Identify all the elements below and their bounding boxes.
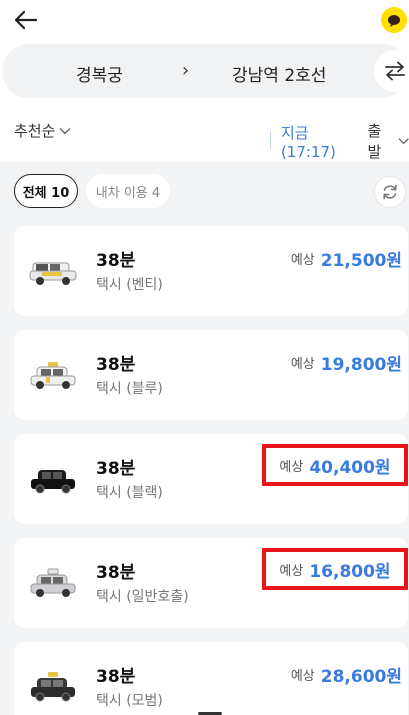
fare-prefix: 예상 [279, 563, 304, 579]
fare-value: 21,500원 [320, 250, 402, 271]
sort-label: 추천순 [14, 122, 56, 140]
tab-my-usage[interactable]: 내차 이용 4 [86, 174, 170, 208]
route-bar[interactable]: 경복궁 › 강남역 2호선 [2, 44, 409, 98]
swap-route-button[interactable] [374, 50, 409, 92]
arrow-left-icon [14, 10, 38, 30]
taxi-type-text: 택시 (블랙) [96, 485, 163, 501]
taxi-type-text: 택시 (모범) [96, 693, 163, 709]
chat-button[interactable] [381, 7, 407, 33]
eta-text: 38분 [96, 251, 136, 271]
chat-bubble-icon [388, 14, 400, 27]
fare-estimate-highlight: 예상 16,800원 [262, 548, 408, 590]
fare-value: 28,600원 [320, 666, 402, 687]
route-chevron-icon: › [182, 60, 190, 81]
eta-text: 38분 [96, 355, 136, 375]
taxi-general-icon [30, 568, 76, 597]
taxi-option-card[interactable]: 38분 택시 (모범) 예상 28,600원 [14, 642, 408, 715]
origin-text[interactable]: 경복궁 [76, 61, 123, 86]
fare-estimate-highlight: 예상 40,400원 [262, 444, 408, 486]
tab-all[interactable]: 전체 10 [14, 174, 78, 208]
taxi-option-card[interactable]: 38분 택시 (블랙) 예상 40,400원 [14, 434, 408, 524]
sort-dropdown[interactable]: 추천순 [14, 120, 71, 141]
taxi-option-card[interactable]: 38분 택시 (블루) 예상 19,800원 [14, 330, 408, 420]
fare-prefix: 예상 [290, 668, 315, 684]
refresh-icon [383, 184, 397, 200]
taxi-blue-icon [30, 362, 76, 389]
eta-text: 38분 [96, 459, 136, 479]
chevron-down-icon [59, 127, 71, 134]
fare-value: 19,800원 [320, 354, 402, 375]
taxi-deluxe-icon [31, 672, 75, 702]
eta-text: 38분 [96, 667, 136, 687]
taxi-option-card[interactable]: 38분 택시 (벤티) 예상 21,500원 [14, 226, 408, 316]
swap-arrows-icon [385, 61, 405, 81]
chevron-down-icon [398, 138, 409, 145]
taxi-type-text: 택시 (블루) [96, 381, 163, 397]
fare-prefix: 예상 [279, 459, 304, 475]
eta-text: 38분 [96, 563, 136, 583]
fare-estimate: 예상 21,500원 [258, 240, 402, 276]
departure-time: 지금 (17:17) [280, 123, 336, 161]
taxi-black-icon [31, 470, 75, 494]
refresh-button[interactable] [374, 176, 406, 208]
taxi-venti-icon [29, 262, 77, 285]
header-area: 경복궁 › 강남역 2호선 추천순 지금 (17:17) 출발 [0, 0, 409, 162]
fare-prefix: 예상 [290, 356, 315, 372]
departure-time-dropdown[interactable]: 지금 (17:17) 출발 [270, 120, 409, 162]
fare-estimate: 예상 28,600원 [258, 656, 402, 692]
fare-estimate: 예상 19,800원 [258, 344, 402, 380]
taxi-type-text: 택시 (일반호출) [96, 589, 189, 605]
departure-label: 출발 [367, 122, 382, 161]
fare-value: 40,400원 [309, 457, 391, 478]
divider [270, 132, 271, 150]
fare-value: 16,800원 [309, 561, 391, 582]
fare-prefix: 예상 [290, 252, 315, 268]
destination-text[interactable]: 강남역 2호선 [232, 61, 326, 86]
back-button[interactable] [10, 6, 42, 34]
taxi-type-text: 택시 (벤티) [96, 277, 163, 293]
taxi-option-card[interactable]: 38분 택시 (일반호출) 예상 16,800원 [14, 538, 408, 628]
